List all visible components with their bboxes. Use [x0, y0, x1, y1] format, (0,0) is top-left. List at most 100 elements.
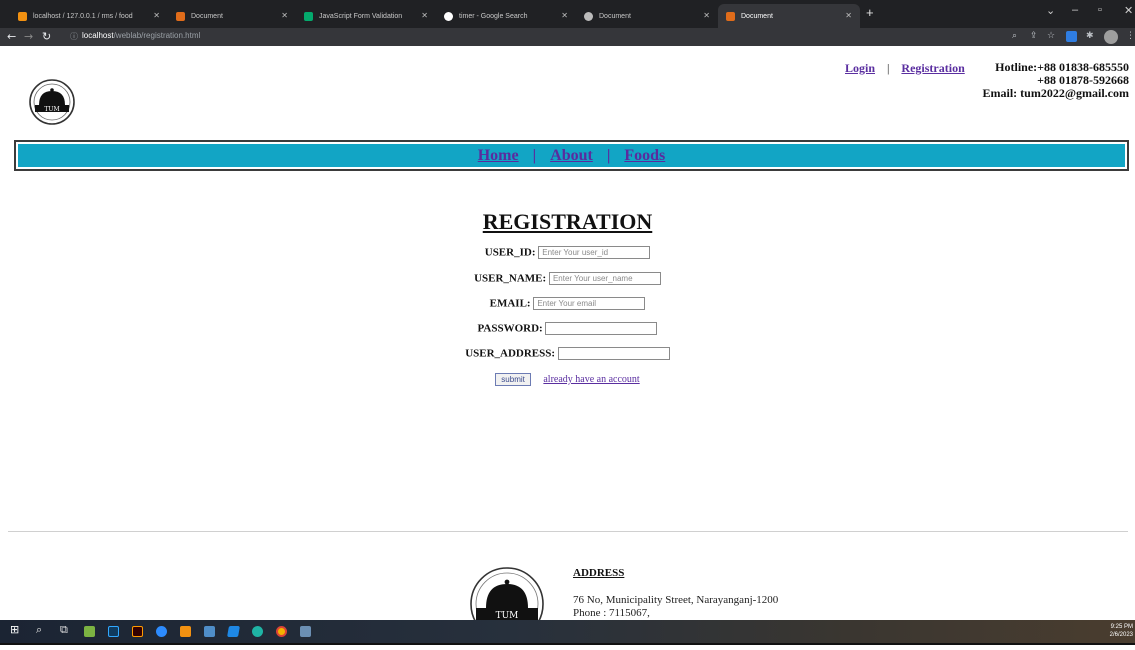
- document-icon: [176, 11, 185, 21]
- url-field[interactable]: localhost/weblab/registration.html: [82, 31, 200, 40]
- password-input[interactable]: [545, 322, 658, 335]
- screen-bottom-edge: [0, 643, 1135, 650]
- user-name-input[interactable]: [548, 272, 661, 285]
- close-icon[interactable]: ✕: [281, 11, 288, 20]
- browser-tab-strip: localhost / 127.0.0.1 / rms / food ✕ Doc…: [0, 0, 1135, 28]
- nav-foods[interactable]: Foods: [624, 147, 665, 165]
- url-host: localhost: [82, 31, 114, 40]
- password-label: PASSWORD:: [477, 322, 543, 335]
- window-close-icon[interactable]: ✕: [1124, 4, 1133, 17]
- zoom-app-icon[interactable]: [156, 626, 167, 637]
- address-bar: ← → ↻ ⓘ localhost/weblab/registration.ht…: [0, 28, 1135, 46]
- w3schools-icon: [304, 11, 313, 21]
- nav-home[interactable]: Home: [478, 147, 519, 165]
- tab-label: localhost / 127.0.0.1 / rms / food: [33, 12, 133, 20]
- tab-label: Document: [741, 12, 773, 20]
- bookmark-star-icon[interactable]: ☆: [1047, 31, 1055, 41]
- separator: |: [606, 146, 611, 164]
- separator: |: [532, 146, 537, 164]
- form-row-user-address: USER_ADDRESS:: [0, 347, 1135, 360]
- tab-document-1[interactable]: Document ✕: [168, 4, 296, 28]
- tab-label: timer - Google Search: [459, 12, 528, 20]
- user-name-label: USER_NAME:: [474, 272, 547, 285]
- phpmyadmin-icon: [18, 11, 27, 21]
- url-path: /weblab/registration.html: [113, 31, 201, 40]
- new-tab-icon[interactable]: +: [866, 5, 874, 20]
- nav-about[interactable]: About: [550, 147, 593, 165]
- phone-line: Phone : 7115067,: [573, 607, 650, 619]
- login-link[interactable]: Login: [845, 61, 875, 75]
- notepad-icon[interactable]: [300, 626, 311, 637]
- footer-logo: TUM: [470, 567, 544, 622]
- email-label: EMAIL:: [489, 297, 531, 310]
- form-row-user-id: USER_ID:: [0, 246, 1135, 259]
- tab-label: JavaScript Form Validation: [319, 12, 403, 20]
- minimize-icon[interactable]: –: [1072, 4, 1078, 16]
- auth-links: Login | Registration: [845, 61, 965, 76]
- tab-js-validation[interactable]: JavaScript Form Validation ✕: [296, 4, 436, 28]
- tab-document-2[interactable]: Document ✕: [576, 4, 718, 28]
- windows-taskbar: ⊞ ⌕ ⧉ 9:25 PM 2/6/2023: [0, 620, 1135, 643]
- edge-icon[interactable]: [252, 626, 263, 637]
- close-icon[interactable]: ✕: [845, 11, 852, 20]
- email-input[interactable]: [533, 297, 646, 310]
- form-row-email: EMAIL:: [0, 297, 1135, 310]
- vscode-icon[interactable]: [227, 626, 240, 637]
- reload-icon[interactable]: ↻: [42, 30, 51, 43]
- puzzle-icon[interactable]: ✱: [1086, 31, 1094, 41]
- restaurant-logo[interactable]: TUM: [28, 78, 76, 126]
- extension-icon[interactable]: [1066, 31, 1077, 42]
- footer-divider: [8, 531, 1128, 532]
- profile-avatar[interactable]: [1104, 30, 1118, 44]
- tab-phpmyadmin[interactable]: localhost / 127.0.0.1 / rms / food ✕: [10, 4, 168, 28]
- clock-date: 2/6/2023: [1109, 632, 1133, 638]
- app-icon[interactable]: [204, 626, 215, 637]
- tab-google-search[interactable]: timer - Google Search ✕: [436, 4, 576, 28]
- user-address-input[interactable]: [557, 347, 670, 360]
- store-icon[interactable]: [84, 626, 95, 637]
- tab-search-icon[interactable]: ⌄: [1046, 4, 1055, 17]
- system-clock[interactable]: 9:25 PM 2/6/2023: [1110, 623, 1133, 639]
- address-heading: ADDRESS: [573, 567, 625, 579]
- back-arrow-icon[interactable]: ←: [7, 30, 16, 43]
- form-row-password: PASSWORD:: [0, 322, 1135, 335]
- already-have-account-link[interactable]: already have an account: [543, 374, 639, 385]
- tab-label: Document: [191, 12, 223, 20]
- contact-info: Hotline:+88 01838-685550 +88 01878-59266…: [983, 61, 1129, 100]
- xampp-icon[interactable]: [180, 626, 191, 637]
- user-id-label: USER_ID:: [484, 246, 536, 259]
- maximize-icon[interactable]: ▫: [1098, 4, 1102, 16]
- user-id-input[interactable]: [538, 246, 651, 259]
- clock-time: 9:25 PM: [1110, 624, 1133, 630]
- submit-button[interactable]: submit: [495, 373, 531, 386]
- kebab-menu-icon[interactable]: ⋮: [1126, 31, 1135, 41]
- close-icon[interactable]: ✕: [703, 11, 710, 20]
- page-title: REGISTRATION: [482, 209, 653, 234]
- form-row-user-name: USER_NAME:: [0, 272, 1135, 285]
- main-nav: Home | About | Foods: [14, 140, 1129, 171]
- close-icon[interactable]: ✕: [561, 11, 568, 20]
- share-icon[interactable]: ⇪: [1030, 31, 1038, 41]
- tab-document-active[interactable]: Document ✕: [718, 4, 860, 28]
- google-icon: [444, 11, 453, 21]
- user-address-label: USER_ADDRESS:: [465, 347, 556, 360]
- close-icon[interactable]: ✕: [421, 11, 428, 20]
- chrome-icon[interactable]: [276, 626, 287, 637]
- info-icon[interactable]: ⓘ: [70, 31, 78, 42]
- illustrator-icon[interactable]: [132, 626, 143, 637]
- email-line: Email: tum2022@gmail.com: [982, 86, 1129, 100]
- search-icon[interactable]: ⌕: [36, 623, 42, 637]
- task-view-icon[interactable]: ⧉: [60, 623, 68, 637]
- separator: |: [887, 61, 890, 75]
- logo-text: TUM: [44, 106, 59, 113]
- close-icon[interactable]: ✕: [153, 11, 160, 20]
- registration-link[interactable]: Registration: [901, 61, 964, 75]
- document-icon: [726, 11, 735, 21]
- windows-start-icon[interactable]: ⊞: [10, 623, 19, 636]
- tab-label: Document: [599, 12, 631, 20]
- photoshop-icon[interactable]: [108, 626, 119, 637]
- globe-icon: [584, 11, 593, 21]
- zoom-icon[interactable]: ⌕: [1012, 31, 1017, 41]
- address-line: 76 No, Municipality Street, Narayanganj-…: [573, 594, 779, 606]
- forward-arrow-icon[interactable]: →: [24, 30, 33, 43]
